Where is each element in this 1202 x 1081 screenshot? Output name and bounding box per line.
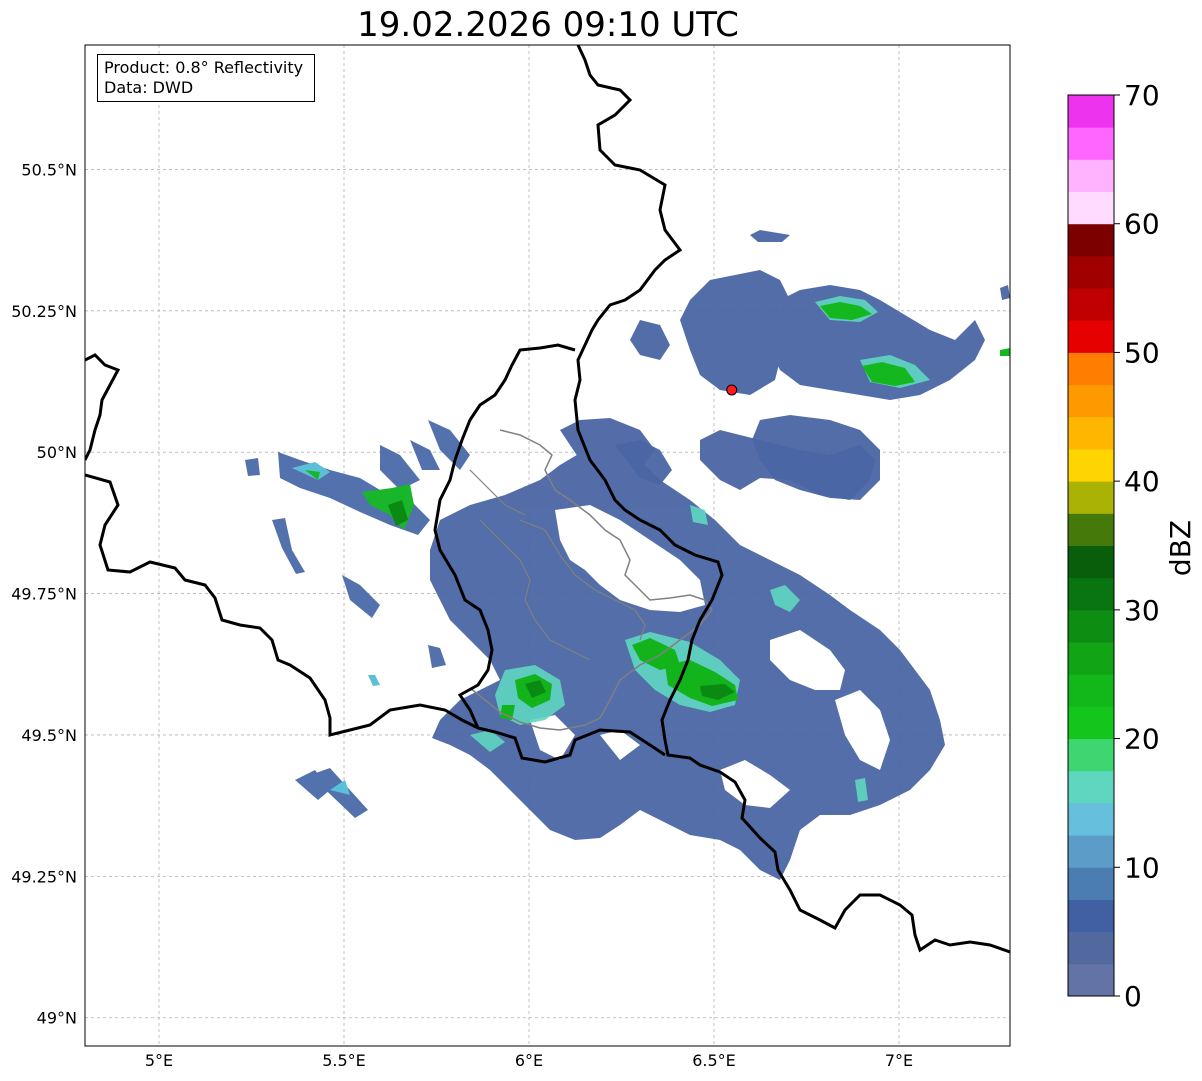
colorbar-tick-label: 0	[1124, 980, 1142, 1013]
colorbar-label: dBZ	[1164, 520, 1197, 576]
colorbar-segment	[1068, 802, 1114, 836]
colorbar-segment	[1068, 416, 1114, 450]
data-source-label: Data: DWD	[104, 78, 194, 97]
colorbar-segment	[1068, 320, 1114, 353]
colorbar-tick-label: 30	[1124, 594, 1160, 627]
colorbar-segment	[1068, 191, 1114, 225]
colorbar-tick-label: 40	[1124, 465, 1160, 498]
lat-tick-label: 49.25°N	[11, 867, 77, 886]
colorbar-segment	[1068, 288, 1114, 321]
lat-tick-label: 50°N	[37, 443, 77, 462]
lon-tick-label: 5°E	[145, 1051, 173, 1070]
colorbar-segment	[1068, 352, 1114, 386]
colorbar-tick-label: 70	[1124, 79, 1160, 112]
colorbar-segment	[1068, 95, 1114, 128]
colorbar: 0 10 20 30 40 50 60 70 dBZ	[1067, 79, 1197, 1013]
colorbar-segment	[1068, 642, 1114, 675]
colorbar-segment	[1068, 770, 1114, 804]
colorbar-tick-label: 10	[1124, 851, 1160, 884]
colorbar-segment	[1068, 448, 1114, 482]
colorbar-tick-label: 20	[1124, 723, 1160, 756]
lat-tick-label: 50.25°N	[11, 302, 77, 321]
colorbar-segment	[1068, 706, 1114, 740]
longitude-tick-labels: 5°E 5.5°E 6°E 6.5°E 7°E	[145, 1051, 913, 1070]
map-title: 19.02.2026 09:10 UTC	[357, 5, 739, 45]
colorbar-segment	[1068, 255, 1114, 289]
colorbar-segment	[1068, 384, 1114, 418]
colorbar-segment	[1068, 963, 1114, 997]
colorbar-segment	[1068, 577, 1114, 611]
colorbar-segment	[1068, 867, 1114, 900]
lon-tick-label: 5.5°E	[322, 1051, 366, 1070]
lat-tick-label: 49°N	[37, 1009, 77, 1028]
colorbar-segment	[1068, 127, 1114, 160]
colorbar-tick-label: 50	[1124, 336, 1160, 369]
colorbar-segment	[1068, 513, 1114, 546]
latitude-tick-labels: 49°N 49.25°N 49.5°N 49.75°N 50°N 50.25°N 50.5°…	[11, 160, 77, 1027]
colorbar-segment	[1068, 674, 1114, 707]
info-box: Product: 0.8° Reflectivity Data: DWD	[97, 54, 315, 102]
colorbar-segment	[1068, 223, 1114, 257]
lat-tick-label: 49.75°N	[11, 585, 77, 604]
colorbar-segment	[1068, 159, 1114, 193]
lon-tick-label: 7°E	[885, 1051, 913, 1070]
radar-map: 5°E 5.5°E 6°E 6.5°E 7°E 49°N 49.25°N 49.5°N 49.…	[11, 44, 1197, 1070]
colorbar-segment	[1068, 738, 1114, 772]
lon-tick-label: 6°E	[515, 1051, 543, 1070]
radar-site-marker	[726, 384, 738, 396]
colorbar-segment	[1068, 835, 1114, 868]
colorbar-segment	[1068, 481, 1114, 514]
colorbar-tick-label: 60	[1124, 208, 1160, 241]
lat-tick-label: 49.5°N	[21, 726, 77, 745]
product-label: Product: 0.8° Reflectivity	[104, 58, 304, 77]
lon-tick-label: 6.5°E	[692, 1051, 736, 1070]
colorbar-segment	[1068, 609, 1114, 643]
colorbar-segment	[1068, 545, 1114, 579]
colorbar-segment	[1068, 931, 1114, 965]
lat-tick-label: 50.5°N	[21, 160, 77, 179]
colorbar-segment	[1068, 899, 1114, 933]
